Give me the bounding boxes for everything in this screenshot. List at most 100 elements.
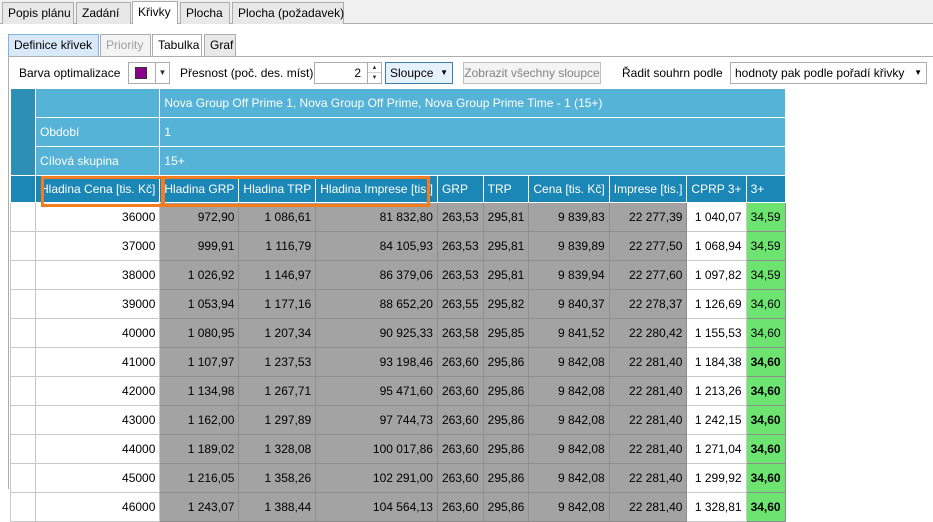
table-cell[interactable]: 45000	[34, 463, 161, 493]
table-cell[interactable]: 263,60	[436, 376, 484, 406]
sort-select[interactable]: hodnoty pak podle pořadí křivky ▼	[730, 62, 927, 84]
table-cell[interactable]: 100 017,86	[315, 434, 438, 464]
column-header-hladina-cena-tis-kc[interactable]: Hladina Cena [tis. Kč]	[34, 175, 161, 203]
table-cell[interactable]: 9 842,08	[528, 347, 610, 377]
table-cell[interactable]: 9 839,83	[528, 202, 610, 232]
table-cell[interactable]: 9 842,08	[528, 434, 610, 464]
table-cell[interactable]: 999,91	[159, 231, 240, 261]
row-header[interactable]	[10, 231, 36, 261]
table-cell[interactable]: 295,86	[482, 434, 530, 464]
table-cell[interactable]: 95 471,60	[315, 376, 438, 406]
table-row[interactable]: 41000 1 107,97 1 237,53 93 198,46 263,60 295,…	[10, 347, 786, 377]
tab-priority[interactable]: Priority	[100, 34, 151, 56]
table-cell[interactable]: 81 832,80	[315, 202, 438, 232]
table-cell[interactable]: 22 277,50	[608, 231, 688, 261]
table-cell[interactable]: 1 328,08	[238, 434, 317, 464]
table-cell[interactable]: 1 068,94	[686, 231, 747, 261]
table-cell[interactable]: 93 198,46	[315, 347, 438, 377]
tab-zadani[interactable]: Zadání	[76, 2, 131, 24]
table-cell[interactable]: 295,86	[482, 463, 530, 493]
table-cell[interactable]: 263,60	[436, 434, 484, 464]
table-cell[interactable]: 34,60	[745, 318, 786, 348]
row-header[interactable]	[10, 463, 36, 493]
row-header[interactable]	[10, 260, 36, 290]
table-cell[interactable]: 1 097,82	[686, 260, 747, 290]
table-cell[interactable]: 263,53	[436, 202, 484, 232]
table-cell[interactable]: 1 162,00	[159, 405, 240, 435]
table-cell[interactable]: 88 652,20	[315, 289, 438, 319]
table-row[interactable]: 39000 1 053,94 1 177,16 88 652,20 263,55 295,…	[10, 289, 786, 319]
row-header[interactable]	[10, 434, 36, 464]
table-cell[interactable]: 41000	[34, 347, 161, 377]
columns-select[interactable]: Sloupce ▼	[385, 62, 453, 84]
table-cell[interactable]: 1 358,26	[238, 463, 317, 493]
table-cell[interactable]: 90 925,33	[315, 318, 438, 348]
tab-plocha[interactable]: Plocha	[180, 2, 230, 24]
table-cell[interactable]: 1 242,15	[686, 405, 747, 435]
tab-krivky[interactable]: Křivky	[132, 1, 178, 25]
show-all-columns-button[interactable]: Zobrazit všechny sloupce	[463, 62, 601, 84]
table-cell[interactable]: 1 267,71	[238, 376, 317, 406]
table-row[interactable]: 43000 1 162,00 1 297,89 97 744,73 263,60 295,…	[10, 405, 786, 435]
table-cell[interactable]: 97 744,73	[315, 405, 438, 435]
table-row[interactable]: 36000 972,90 1 086,61 81 832,80 263,53 295,81…	[10, 202, 786, 232]
table-cell[interactable]: 1 237,53	[238, 347, 317, 377]
table-cell[interactable]: 9 842,08	[528, 405, 610, 435]
table-cell[interactable]: 295,85	[482, 318, 530, 348]
row-header[interactable]	[10, 318, 36, 348]
table-cell[interactable]: 34,60	[745, 376, 786, 406]
table-cell[interactable]: 1 207,34	[238, 318, 317, 348]
table-row[interactable]: 38000 1 026,92 1 146,97 86 379,06 263,53 295,…	[10, 260, 786, 290]
table-cell[interactable]: 1 388,44	[238, 492, 317, 522]
table-cell[interactable]: 263,60	[436, 405, 484, 435]
row-header[interactable]	[10, 376, 36, 406]
table-cell[interactable]: 263,60	[436, 347, 484, 377]
table-cell[interactable]: 263,53	[436, 231, 484, 261]
table-cell[interactable]: 1 126,69	[686, 289, 747, 319]
table-cell[interactable]: 34,59	[745, 202, 786, 232]
table-row[interactable]: 40000 1 080,95 1 207,34 90 925,33 263,58 295,…	[10, 318, 786, 348]
table-cell[interactable]: 9 842,08	[528, 463, 610, 493]
table-cell[interactable]: 295,82	[482, 289, 530, 319]
table-cell[interactable]: 1 086,61	[238, 202, 317, 232]
table-cell[interactable]: 9 840,37	[528, 289, 610, 319]
table-row[interactable]: 46000 1 243,07 1 388,44 104 564,13 263,60 295…	[10, 492, 786, 522]
table-cell[interactable]: 34,60	[745, 405, 786, 435]
tab-popis-planu[interactable]: Popis plánu	[2, 2, 74, 24]
table-cell[interactable]: 22 277,39	[608, 202, 688, 232]
table-row[interactable]: 44000 1 189,02 1 328,08 100 017,86 263,60 295…	[10, 434, 786, 464]
chevron-up-icon[interactable]: ▲	[368, 63, 381, 73]
chevron-down-icon[interactable]: ▼	[155, 63, 169, 83]
table-cell[interactable]: 34,60	[745, 463, 786, 493]
column-header-hladina-imprese-tis[interactable]: Hladina Imprese [tis.]	[315, 175, 438, 203]
table-cell[interactable]: 1 216,05	[159, 463, 240, 493]
table-cell[interactable]: 295,86	[482, 376, 530, 406]
table-cell[interactable]: 104 564,13	[315, 492, 438, 522]
table-cell[interactable]: 1 080,95	[159, 318, 240, 348]
table-cell[interactable]: 22 281,40	[608, 434, 688, 464]
table-cell[interactable]: 1 177,16	[238, 289, 317, 319]
column-header-trp[interactable]: TRP	[482, 175, 530, 203]
table-cell[interactable]: 9 839,94	[528, 260, 610, 290]
table-cell[interactable]: 295,81	[482, 202, 530, 232]
table-row[interactable]: 42000 1 134,98 1 267,71 95 471,60 263,60 295,…	[10, 376, 786, 406]
table-cell[interactable]: 1 134,98	[159, 376, 240, 406]
table-cell[interactable]: 86 379,06	[315, 260, 438, 290]
table-cell[interactable]: 44000	[34, 434, 161, 464]
tab-tabulka[interactable]: Tabulka	[152, 34, 202, 57]
table-cell[interactable]: 1 184,38	[686, 347, 747, 377]
row-header[interactable]	[10, 405, 36, 435]
tab-plocha-pozadavek[interactable]: Plocha (požadavek)	[232, 2, 344, 24]
column-header-cena-tis-kc[interactable]: Cena [tis. Kč]	[528, 175, 610, 203]
table-cell[interactable]: 1 189,02	[159, 434, 240, 464]
column-header-hladina-trp[interactable]: Hladina TRP	[238, 175, 317, 203]
table-cell[interactable]: 9 842,08	[528, 492, 610, 522]
tab-definice-krivek[interactable]: Definice křivek	[8, 34, 99, 56]
table-cell[interactable]: 34,59	[745, 260, 786, 290]
column-header-hladina-grp[interactable]: Hladina GRP	[159, 175, 240, 203]
table-cell[interactable]: 22 281,40	[608, 492, 688, 522]
table-cell[interactable]: 22 281,40	[608, 463, 688, 493]
table-cell[interactable]: 22 281,40	[608, 405, 688, 435]
table-cell[interactable]: 34,60	[745, 347, 786, 377]
table-cell[interactable]: 263,53	[436, 260, 484, 290]
